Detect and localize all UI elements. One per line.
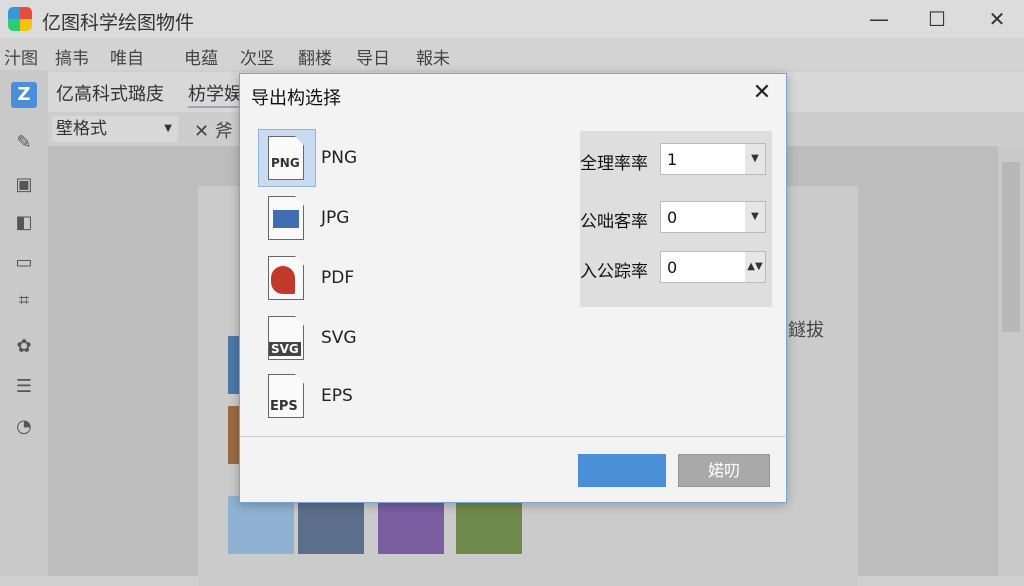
svg-badge: SVG bbox=[269, 342, 301, 356]
title-bar: 亿图科学绘图物件 — ☐ ✕ bbox=[0, 0, 1024, 38]
app-title: 亿图科学绘图物件 bbox=[42, 12, 195, 34]
setting-value: 0 bbox=[667, 208, 678, 227]
menu-item[interactable]: 汁图 bbox=[4, 44, 38, 69]
chart-icon[interactable]: ◔ bbox=[11, 414, 37, 440]
template-thumbnail[interactable] bbox=[378, 496, 444, 554]
letter-z-icon[interactable]: Z bbox=[11, 82, 37, 108]
menu-item[interactable]: 电蕴 bbox=[184, 44, 218, 69]
svg-file-icon: SVG bbox=[259, 310, 315, 366]
export-settings-panel: 全理率率 1 ▼ 公咄客率 0 ▼ 入公踪率 0 ▲▼ bbox=[580, 131, 772, 307]
png-file-icon: PNG bbox=[258, 129, 316, 187]
frame-icon[interactable]: ▣ bbox=[11, 172, 37, 198]
maximize-button[interactable]: ☐ bbox=[924, 6, 950, 32]
chevron-down-icon: ▼ bbox=[745, 202, 765, 232]
setting-dropdown[interactable]: 0 ▲▼ bbox=[660, 251, 766, 283]
jpg-file-icon bbox=[259, 190, 315, 246]
menu-item[interactable]: 報未 bbox=[416, 44, 450, 69]
menu-item[interactable]: 翻楼 bbox=[298, 44, 332, 69]
setting-label: 公咄客率 bbox=[580, 212, 648, 232]
crop-icon[interactable]: ⌗ bbox=[11, 288, 37, 314]
app-logo-icon bbox=[8, 7, 32, 31]
template-thumbnail[interactable] bbox=[456, 496, 522, 554]
chevron-down-icon: ▼ bbox=[164, 123, 172, 134]
menu-item[interactable]: 导日 bbox=[356, 44, 390, 69]
menu-item[interactable]: 搞韦 bbox=[55, 44, 89, 69]
format-label: PNG bbox=[321, 148, 358, 168]
setting-label: 入公踪率 bbox=[580, 262, 648, 282]
format-option-eps[interactable]: EPS EPS bbox=[259, 368, 589, 426]
format-option-png[interactable]: PNG PNG bbox=[258, 129, 589, 188]
format-option-svg[interactable]: SVG SVG bbox=[259, 310, 589, 368]
color-palette-icon[interactable]: ✿ bbox=[11, 334, 37, 360]
format-bar-fragment: ✕ 斧 bbox=[194, 121, 233, 142]
setting-row: 全理率率 1 ▼ bbox=[580, 143, 772, 177]
vertical-scrollbar[interactable] bbox=[998, 146, 1024, 576]
menu-item[interactable]: 唯自 bbox=[110, 44, 144, 69]
eps-file-icon: EPS bbox=[259, 368, 315, 424]
setting-label: 全理率率 bbox=[580, 154, 648, 174]
menu-item[interactable]: 次坚 bbox=[240, 44, 274, 69]
shapes-icon[interactable]: ◧ bbox=[11, 210, 37, 236]
setting-value: 0 bbox=[667, 258, 678, 277]
export-dialog: 导出构选择 ✕ PNG PNG JPG PDF SVG SVG EPS EPS … bbox=[239, 73, 787, 503]
style-select[interactable]: 壁格式 ▼ bbox=[52, 116, 178, 142]
setting-dropdown[interactable]: 0 ▼ bbox=[660, 201, 766, 233]
monitor-icon[interactable]: ▭ bbox=[11, 250, 37, 276]
scrollbar-thumb[interactable] bbox=[1002, 162, 1020, 332]
format-label: JPG bbox=[321, 208, 350, 228]
cancel-button[interactable]: 婼叨 bbox=[678, 454, 770, 487]
setting-dropdown[interactable]: 1 ▼ bbox=[660, 143, 766, 175]
format-label: EPS bbox=[321, 386, 353, 406]
eps-badge: EPS bbox=[270, 399, 298, 414]
format-option-pdf[interactable]: PDF bbox=[259, 250, 589, 308]
minimize-button[interactable]: — bbox=[866, 6, 892, 32]
pdf-file-icon bbox=[259, 250, 315, 306]
setting-value: 1 bbox=[667, 150, 678, 169]
chevron-down-icon: ▼ bbox=[745, 144, 765, 174]
ok-button[interactable] bbox=[578, 454, 666, 487]
background-text-fragment: 鐩拔 bbox=[788, 320, 824, 341]
format-label: SVG bbox=[321, 328, 357, 348]
dialog-title: 导出构选择 bbox=[251, 88, 341, 109]
close-window-button[interactable]: ✕ bbox=[984, 6, 1010, 32]
layout-icon[interactable]: ☰ bbox=[11, 374, 37, 400]
format-label: PDF bbox=[321, 268, 355, 288]
paint-icon[interactable]: ✎ bbox=[11, 130, 37, 156]
tab-document[interactable]: 亿高科式璐庋 bbox=[56, 80, 164, 106]
dialog-close-button[interactable]: ✕ bbox=[750, 80, 774, 105]
template-thumbnail[interactable] bbox=[298, 496, 364, 554]
png-badge: PNG bbox=[271, 156, 300, 170]
left-toolbar: Z ✎ ▣ ◧ ▭ ⌗ ✿ ☰ ◔ bbox=[0, 70, 48, 576]
tab-library[interactable]: 枋学娱 bbox=[188, 80, 242, 108]
menu-bar: 汁图 搞韦 唯自 电蕴 次坚 翻楼 导日 報未 bbox=[0, 38, 1024, 70]
style-select-label: 壁格式 bbox=[56, 119, 107, 139]
format-option-jpg[interactable]: JPG bbox=[259, 190, 589, 248]
setting-row: 入公踪率 0 ▲▼ bbox=[580, 251, 772, 285]
dialog-divider bbox=[240, 436, 786, 437]
stepper-icon: ▲▼ bbox=[745, 252, 765, 282]
template-thumbnail[interactable] bbox=[228, 496, 294, 554]
setting-row: 公咄客率 0 ▼ bbox=[580, 201, 772, 235]
